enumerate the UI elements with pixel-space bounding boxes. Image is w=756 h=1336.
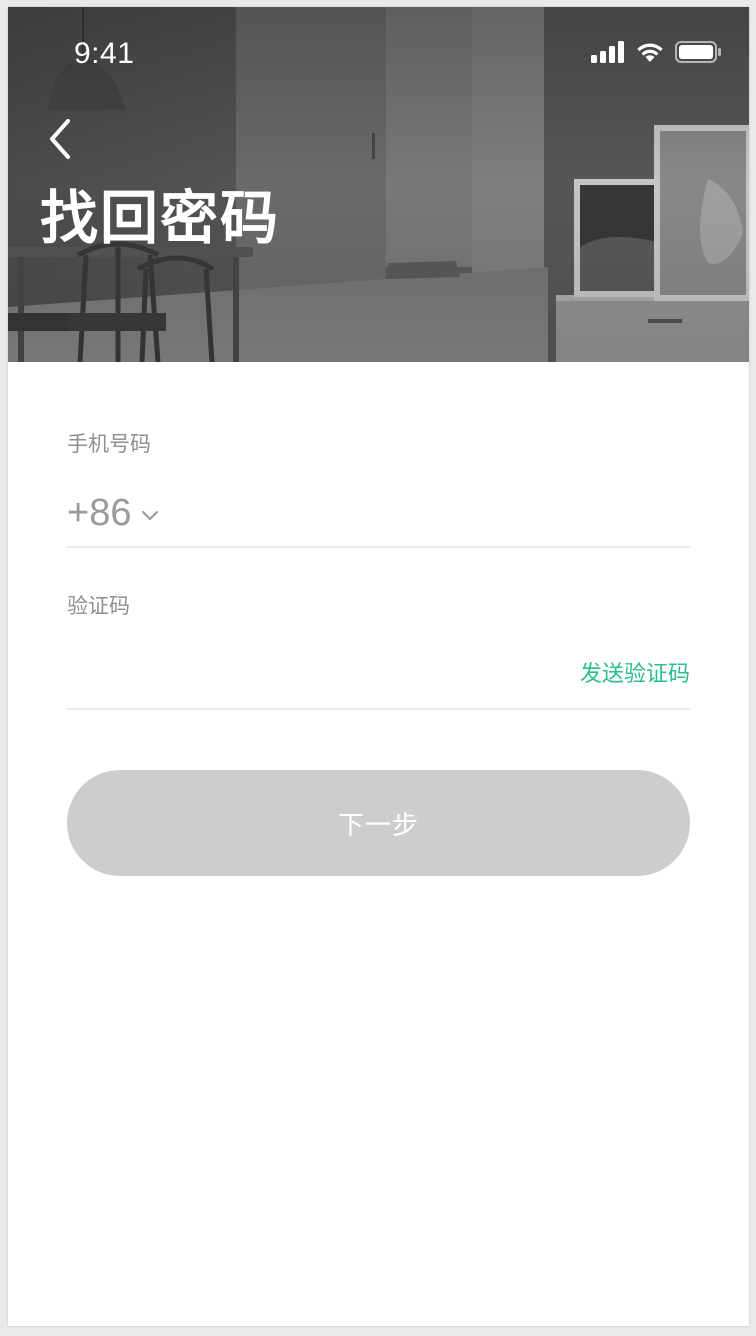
verification-code-label: 验证码 xyxy=(67,594,130,618)
phone-number-input[interactable] xyxy=(187,492,691,540)
page-title: 找回密码 xyxy=(40,184,281,252)
country-code-value: +86 xyxy=(67,492,132,534)
phone-field-divider xyxy=(67,546,690,548)
next-step-button[interactable]: 下一步 xyxy=(67,770,690,876)
wifi-icon xyxy=(637,43,663,62)
verification-code-input[interactable] xyxy=(67,654,531,700)
cellular-signal-icon xyxy=(591,41,624,63)
phone-screen: 9:41 找回密码 手机号码 +86 验证码 发送验证码 下一步 xyxy=(8,7,749,1326)
chevron-left-icon xyxy=(50,119,70,159)
back-button[interactable] xyxy=(42,111,82,165)
header-background-image: 9:41 找回密码 xyxy=(8,7,749,362)
send-code-button[interactable]: 发送验证码 xyxy=(580,656,690,688)
phone-number-label: 手机号码 xyxy=(67,432,151,456)
battery-icon xyxy=(675,41,721,63)
country-code-selector[interactable]: +86 xyxy=(67,492,159,535)
chevron-down-icon xyxy=(142,510,159,520)
code-field-divider xyxy=(67,708,690,710)
status-bar-icons xyxy=(591,40,721,64)
status-bar-time: 9:41 xyxy=(74,37,135,70)
